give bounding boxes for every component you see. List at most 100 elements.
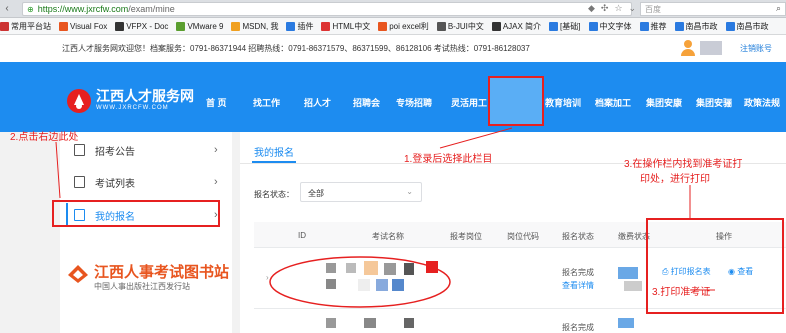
sidebar-item-announcements[interactable]: 招考公告 › <box>74 138 218 162</box>
operation-highlight-box <box>646 218 784 314</box>
nav-highlight-box <box>488 76 544 126</box>
nav-item[interactable]: 招人才 <box>304 96 331 109</box>
nav-item[interactable]: 首 页 <box>206 96 227 109</box>
bookmark-icon <box>436 21 446 31</box>
secure-icon: ⊕ <box>27 4 34 14</box>
bookmark-item[interactable]: Visual Fox <box>59 21 107 31</box>
bookstore-banner[interactable]: 江西人事考试图书站 中国人事出版社江西发行站 <box>60 245 232 325</box>
redacted-block <box>618 318 634 328</box>
bookmark-label: 常用平台站 <box>11 21 51 31</box>
url-field[interactable]: ⊕ https://www.jxrcfw.com/exam/mine <box>22 2 632 16</box>
user-avatar-icon[interactable] <box>680 39 696 57</box>
bookmark-item[interactable]: HTML中文 <box>321 21 370 32</box>
shield-icon[interactable]: ◆ <box>588 3 595 14</box>
bookmark-item[interactable]: [基础] <box>549 21 581 32</box>
brand-name[interactable]: 江西人才服务网 <box>96 86 194 106</box>
nav-item[interactable]: 档案加工 <box>595 96 631 109</box>
browser-address-bar: ‹ ⊕ https://www.jxrcfw.com/exam/mine ◆ ✣… <box>0 0 786 18</box>
search-placeholder: 百度 <box>645 4 661 14</box>
sidebar-item-exam-list[interactable]: 考试列表 › <box>74 170 218 194</box>
bookmark-icon <box>115 21 125 31</box>
nav-item[interactable]: 集团安康 <box>646 96 682 109</box>
bookmark-label: 南昌市政 <box>736 21 769 31</box>
annotation-step2: 2.点击右边此处 <box>10 132 79 143</box>
site-info-bar: 江西人才服务网欢迎您！档案服务：0791-86371944 招聘热线：0791-… <box>0 35 786 62</box>
bookmark-icon <box>286 21 296 31</box>
username-redacted <box>700 41 722 55</box>
bookmark-label: MSDN, 我 <box>242 21 279 31</box>
site-logo-icon[interactable] <box>66 88 92 114</box>
annotation-step3-line2: 印处，进行打印 <box>640 174 710 185</box>
redacted-block <box>384 263 396 275</box>
column-header: 岗位代码 <box>507 232 539 241</box>
url-text: https://www.jxrcfw.com/exam/mine <box>37 4 175 14</box>
bookmark-label: 南昌市政 <box>685 21 718 31</box>
bookmark-item[interactable]: 南昌市政 <box>674 21 718 32</box>
bookmark-icon <box>588 21 598 31</box>
view-details-link[interactable]: 查看详情 <box>562 280 594 291</box>
nav-item[interactable]: 找工作 <box>253 96 280 109</box>
nav-item[interactable]: 政策法规 <box>744 96 780 109</box>
bookmark-item[interactable]: 常用平台站 <box>0 21 51 32</box>
redacted-block <box>364 261 378 275</box>
logout-link[interactable]: 注销账号 <box>740 43 772 54</box>
bookmark-icon <box>639 21 649 31</box>
bookmark-item[interactable]: 南昌市政 <box>725 21 769 32</box>
redacted-block <box>326 279 336 289</box>
nav-item[interactable]: 专场招聘 <box>396 96 432 109</box>
bookmark-label: B-JUI中文 <box>447 21 484 31</box>
bookmark-label: [基础] <box>560 21 581 31</box>
status-filter-select[interactable]: 全部 ⌄ <box>300 182 422 202</box>
redacted-block <box>404 263 414 275</box>
nav-item[interactable]: 灵活用工 <box>451 96 487 109</box>
bookmark-item[interactable]: 插件 <box>286 21 313 32</box>
search-box[interactable]: 百度 ⌕ <box>640 2 786 16</box>
tab-my-registration[interactable]: 我的报名 <box>254 144 294 159</box>
filter-value: 全部 <box>308 189 324 198</box>
redacted-block <box>364 318 376 328</box>
redacted-block <box>326 263 336 273</box>
expand-chevron-icon[interactable]: › <box>266 273 269 282</box>
nav-item[interactable]: 招聘会 <box>353 96 380 109</box>
redacted-block <box>392 279 404 291</box>
bookmark-label: VFPX - Doc <box>126 21 169 31</box>
bookmark-item[interactable]: VMware 9 <box>176 21 223 31</box>
nav-item[interactable]: 集团安骊 <box>696 96 732 109</box>
back-icon[interactable]: ‹ <box>0 3 14 14</box>
nav-item[interactable]: 教育培训 <box>545 96 581 109</box>
sidebar-item-label: 招考公告 <box>95 146 135 158</box>
registration-status: 报名完成 <box>562 323 594 332</box>
bookmark-item[interactable]: B-JUI中文 <box>436 21 484 32</box>
brand-domain: WWW.JXRCFW.COM <box>96 105 169 111</box>
bookmark-icon <box>321 21 331 31</box>
registration-status: 报名完成 <box>562 268 594 277</box>
search-icon[interactable]: ⌕ <box>776 3 781 14</box>
redacted-block <box>618 267 638 279</box>
bookmark-icon <box>674 21 684 31</box>
bookmark-label: 中文字体 <box>599 21 632 31</box>
bookmark-item[interactable]: poi excel利 <box>378 21 429 32</box>
redacted-block <box>358 279 370 291</box>
main-nav: 江西人才服务网 WWW.JXRCFW.COM 首 页 找工作 招人才 招聘会 专场招聘 灵… <box>0 62 786 132</box>
bookmark-item[interactable]: 中文字体 <box>588 21 632 32</box>
star-icon[interactable]: ☆ <box>614 3 622 14</box>
sidebar-item-label: 考试列表 <box>95 178 135 190</box>
screenshot: ‹ ⊕ https://www.jxrcfw.com/exam/mine ◆ ✣… <box>0 0 786 333</box>
chevron-down-icon: ⌄ <box>406 187 413 196</box>
bookmark-label: 推荐 <box>650 21 667 31</box>
share-icon[interactable]: ✣ <box>601 3 609 14</box>
bookmark-item[interactable]: VFPX - Doc <box>115 21 169 31</box>
column-header: 报名状态 <box>562 232 594 241</box>
dropdown-icon[interactable]: ⌄ <box>629 3 637 14</box>
bookmark-item[interactable]: 推荐 <box>639 21 667 32</box>
bookmark-item[interactable]: MSDN, 我 <box>231 21 278 32</box>
address-icons: ◆ ✣ ☆ ⌄ <box>588 3 636 14</box>
bookmark-label: poi excel利 <box>389 21 429 31</box>
bookmark-label: 插件 <box>297 21 314 31</box>
annotation-step3-line1: 3.在操作栏内找到准考证打 <box>624 159 743 170</box>
banner-subtitle: 中国人事出版社江西发行站 <box>94 282 190 291</box>
bookmark-item[interactable]: AJAX 简介 <box>491 21 541 32</box>
hotline-text: 江西人才服务网欢迎您！档案服务：0791-86371944 招聘热线：0791-… <box>62 44 530 53</box>
bookmark-icon <box>549 21 559 31</box>
column-header: 考试名称 <box>372 232 404 241</box>
